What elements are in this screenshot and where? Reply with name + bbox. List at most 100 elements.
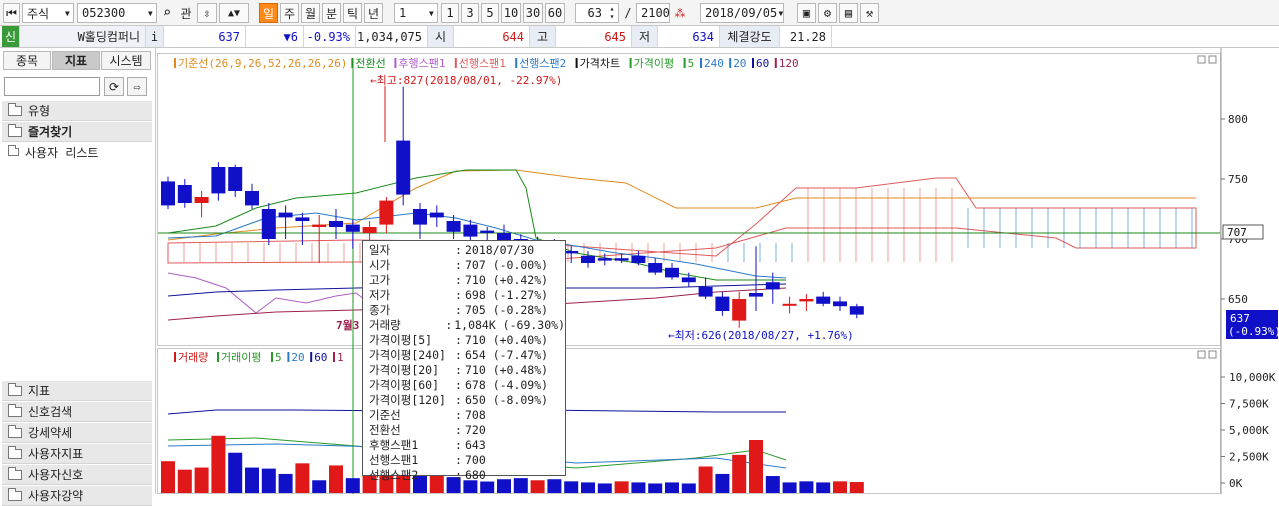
- tooltip-key: 거래량: [369, 318, 401, 332]
- chevron-down-icon: ▾: [777, 6, 785, 20]
- related-button[interactable]: 관: [177, 3, 195, 23]
- price-chart[interactable]: 기준선(26,9,26,52,26,26,26) 전환선 후행스팬1 선행스팬1 선행스…: [156, 48, 1279, 494]
- folder-icon: [8, 424, 22, 438]
- nav-user-indicator[interactable]: 사용자지표: [2, 444, 152, 464]
- nav-user-strength[interactable]: 사용자강약: [2, 486, 152, 506]
- period-5-button[interactable]: 5: [481, 3, 499, 23]
- period-30-button[interactable]: 30: [523, 3, 543, 23]
- legend-item[interactable]: 60: [314, 351, 327, 364]
- price-tick-label: 800: [1228, 113, 1248, 126]
- nav-signal-search[interactable]: 신호검색: [2, 402, 152, 422]
- arrow-right-icon[interactable]: ⇨: [127, 77, 147, 96]
- volume-tick-label: 2,500K: [1229, 451, 1269, 464]
- tools-icon[interactable]: ⚒: [860, 3, 879, 23]
- candle-body: [312, 224, 327, 227]
- legend-item[interactable]: 1: [337, 351, 344, 364]
- legend-item[interactable]: 20: [291, 351, 304, 364]
- indicator-search-input[interactable]: [4, 77, 100, 96]
- up-down-icon[interactable]: ⇳: [197, 3, 217, 23]
- legend-item[interactable]: 선행스팬1: [459, 57, 506, 70]
- legend-item[interactable]: 5: [688, 57, 695, 70]
- nav-user-signal[interactable]: 사용자신호: [2, 465, 152, 485]
- tree-item-type[interactable]: 유형: [2, 101, 152, 121]
- legend-item[interactable]: 60: [756, 57, 769, 70]
- count-spin-icon[interactable]: ▴ ▾: [606, 3, 618, 23]
- legend-item[interactable]: 후행스팬1: [398, 57, 445, 70]
- tooltip-colon: :: [455, 393, 462, 407]
- candle-body: [816, 296, 831, 304]
- tab-indicators[interactable]: 지표: [52, 51, 100, 70]
- week-button[interactable]: 주: [280, 3, 299, 23]
- tooltip-value: 680: [465, 468, 486, 482]
- month-button[interactable]: 월: [301, 3, 320, 23]
- window-icon[interactable]: ▣: [797, 3, 816, 23]
- legend-item[interactable]: 240: [704, 57, 724, 70]
- tree-item-user-list[interactable]: 사용자 리스트: [2, 142, 152, 162]
- volume-tick-label: 5,000K: [1229, 424, 1269, 437]
- candle-body: [765, 282, 780, 290]
- period-3-button[interactable]: 3: [461, 3, 479, 23]
- candle-body: [329, 221, 343, 227]
- candle-body: [429, 212, 444, 218]
- total-input[interactable]: 2100: [636, 3, 670, 23]
- period-60-button[interactable]: 60: [545, 3, 565, 23]
- tooltip-row: 기준선:708: [369, 408, 565, 423]
- tick-button[interactable]: 틱: [343, 3, 362, 23]
- spin-icon[interactable]: ▲▼: [219, 3, 249, 23]
- period-select[interactable]: 1 ▾: [394, 3, 438, 23]
- legend-item[interactable]: 20: [733, 57, 746, 70]
- legend-marker: [752, 58, 754, 68]
- save-icon[interactable]: ▤: [839, 3, 858, 23]
- slash-label: /: [624, 6, 632, 20]
- legend-item[interactable]: 기준선(26,9,26,52,26,26,26): [178, 57, 347, 70]
- prev-icon[interactable]: ⏮: [3, 3, 20, 23]
- legend-item[interactable]: 가격차트: [580, 57, 620, 70]
- period-10-button[interactable]: 10: [501, 3, 521, 23]
- legend-item[interactable]: 전환선: [355, 57, 385, 70]
- legend-marker: [774, 58, 777, 68]
- minute-button[interactable]: 분: [322, 3, 341, 23]
- date-input[interactable]: 2018/09/05 ▾: [700, 3, 784, 23]
- tooltip-key: 가격이평[240]: [369, 348, 446, 362]
- market-select[interactable]: 주식 ▾: [22, 3, 74, 23]
- legend-item[interactable]: 선행스팬2: [519, 57, 566, 70]
- legend-marker: [333, 352, 335, 362]
- info-button[interactable]: i: [146, 26, 164, 47]
- grid-icon[interactable]: ⁂: [671, 3, 689, 23]
- nav-strength[interactable]: 강세약세: [2, 423, 152, 443]
- legend-item[interactable]: 가격이평: [634, 57, 674, 70]
- nav-indicator[interactable]: 지표: [2, 381, 152, 401]
- tree-item-favorites[interactable]: 즐겨찾기: [2, 122, 152, 142]
- stock-code-input[interactable]: 052300 ▾: [77, 3, 157, 23]
- candle-body: [278, 212, 293, 218]
- candle-body: [715, 296, 730, 311]
- legend-marker: [271, 352, 273, 362]
- tooltip-colon: :: [455, 258, 462, 272]
- candle-body: [631, 255, 646, 263]
- legend-item[interactable]: 거래량: [178, 351, 208, 364]
- tooltip-key: 가격이평[60]: [369, 378, 440, 392]
- legend-marker: [174, 58, 176, 68]
- period-1-button[interactable]: 1: [441, 3, 459, 23]
- tooltip-row: 시가:707 (-0.00%): [369, 258, 565, 273]
- tab-stocks[interactable]: 종목: [3, 51, 51, 70]
- tooltip-key: 선행스팬1: [369, 453, 419, 467]
- chart-area[interactable]: 기준선(26,9,26,52,26,26,26) 전환선 후행스팬1 선행스팬1 선행스…: [156, 48, 1279, 494]
- legend-item[interactable]: 거래이평: [221, 351, 261, 364]
- candle-body: [261, 209, 276, 239]
- candle-body: [480, 230, 495, 233]
- tooltip-row: 일자:2018/07/30: [369, 243, 565, 258]
- legend-marker: [287, 352, 290, 362]
- volume-bar: [681, 483, 696, 493]
- candle-body: [698, 287, 713, 297]
- open-label: 시: [428, 26, 454, 47]
- refresh-icon[interactable]: ⟳: [104, 77, 124, 96]
- legend-marker: [575, 58, 578, 68]
- gear-icon[interactable]: ⚙: [818, 3, 837, 23]
- magnifier-icon[interactable]: ⌕: [159, 3, 175, 23]
- year-button[interactable]: 년: [364, 3, 383, 23]
- tab-system[interactable]: 시스템: [101, 51, 151, 70]
- legend-item[interactable]: 5: [275, 351, 282, 364]
- legend-item[interactable]: 120: [779, 57, 799, 70]
- day-button[interactable]: 일: [259, 3, 278, 23]
